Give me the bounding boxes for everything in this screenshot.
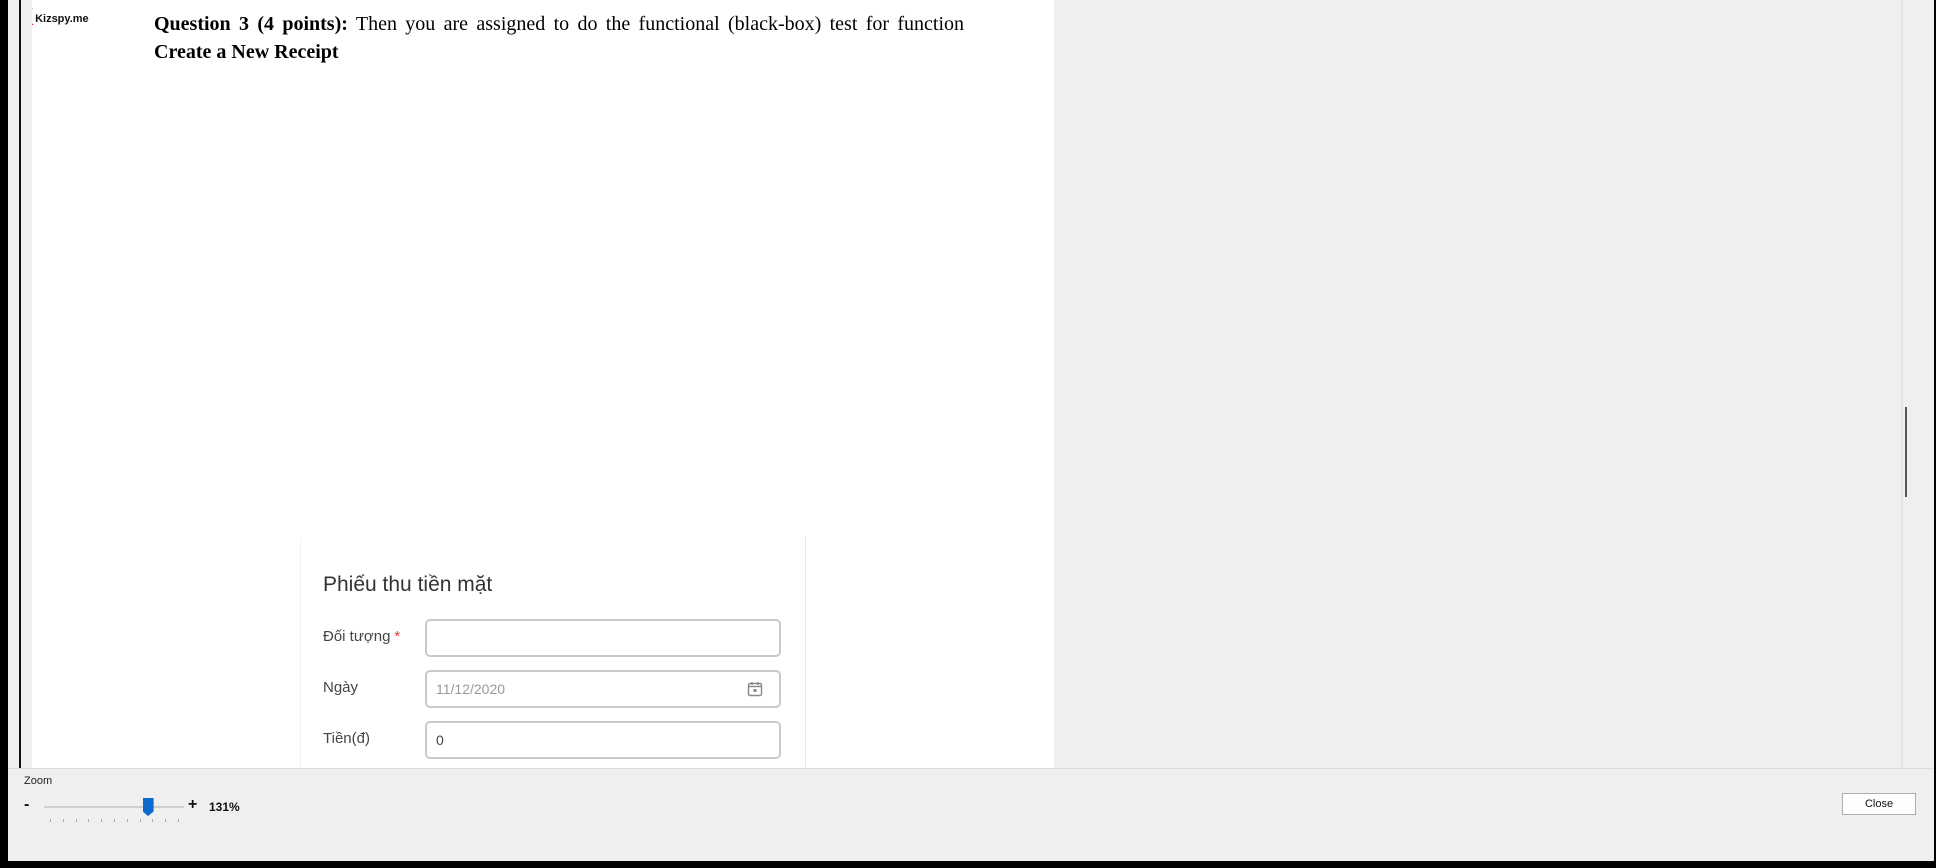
zoom-slider-tick	[165, 819, 167, 822]
zoom-slider-tick	[88, 819, 90, 822]
question-paragraph: Question 3 (4 points): Then you are assi…	[154, 10, 964, 38]
receipt-form-image: Phiếu thu tiền mặt Đối tượng * Ngày 11/12…	[300, 537, 806, 768]
question-function-name: Create a New Receipt	[154, 41, 339, 63]
doi-tuong-input[interactable]	[425, 619, 781, 657]
page-left-rule	[19, 0, 21, 768]
close-button[interactable]: Close	[1842, 793, 1916, 815]
zoom-slider-tick	[152, 819, 154, 822]
ngay-date-input[interactable]: 11/12/2020	[425, 670, 781, 708]
zoom-slider-tick	[50, 819, 51, 822]
question-text: Then you are assigned to do the function…	[347, 13, 965, 35]
document-page: K Kizspy.me Question 3 (4 points): Then …	[32, 0, 1054, 768]
right-empty-pane	[1054, 0, 1934, 768]
calendar-icon[interactable]	[747, 681, 763, 697]
vertical-scrollbar-thumb[interactable]	[1905, 407, 1907, 497]
field-label-doi-tuong: Đối tượng *	[323, 628, 400, 645]
zoom-slider-thumb[interactable]	[142, 798, 154, 816]
zoom-slider-tick	[126, 819, 128, 822]
zoom-slider-tick	[101, 819, 103, 822]
logo-mark: K	[32, 8, 33, 30]
document-viewport[interactable]: K Kizspy.me Question 3 (4 points): Then …	[8, 0, 1054, 768]
zoom-slider-tick	[178, 819, 179, 822]
form-title: Phiếu thu tiền mặt	[323, 573, 493, 596]
zoom-slider-tick	[114, 819, 115, 822]
zoom-slider-track[interactable]	[44, 806, 184, 808]
field-label-ngay: Ngày	[323, 679, 359, 696]
logo-text: Kizspy.me	[35, 13, 89, 25]
field-label-tien: Tiền(đ)	[323, 730, 370, 747]
zoom-slider-tick	[139, 819, 141, 822]
date-placeholder: 11/12/2020	[436, 681, 506, 697]
zoom-toolbar: Zoom - + 131% Close	[8, 768, 1934, 861]
zoom-out-button[interactable]: -	[24, 796, 29, 814]
zoom-in-button[interactable]: +	[188, 796, 197, 814]
zoom-value-text: 131%	[209, 800, 240, 814]
question-heading: Question 3 (4 points):	[154, 13, 348, 35]
tien-amount-input[interactable]: 0	[425, 721, 781, 759]
field-label-text: Đối tượng	[323, 628, 391, 645]
kizspy-logo: K Kizspy.me	[32, 8, 89, 30]
required-asterisk: *	[394, 628, 401, 645]
zoom-slider-tick	[75, 819, 77, 822]
vertical-scrollbar-track[interactable]	[1901, 0, 1903, 768]
zoom-viewer-window: K Kizspy.me Question 3 (4 points): Then …	[8, 0, 1934, 861]
zoom-label: Zoom	[24, 775, 53, 787]
zoom-slider-tick	[62, 819, 64, 822]
